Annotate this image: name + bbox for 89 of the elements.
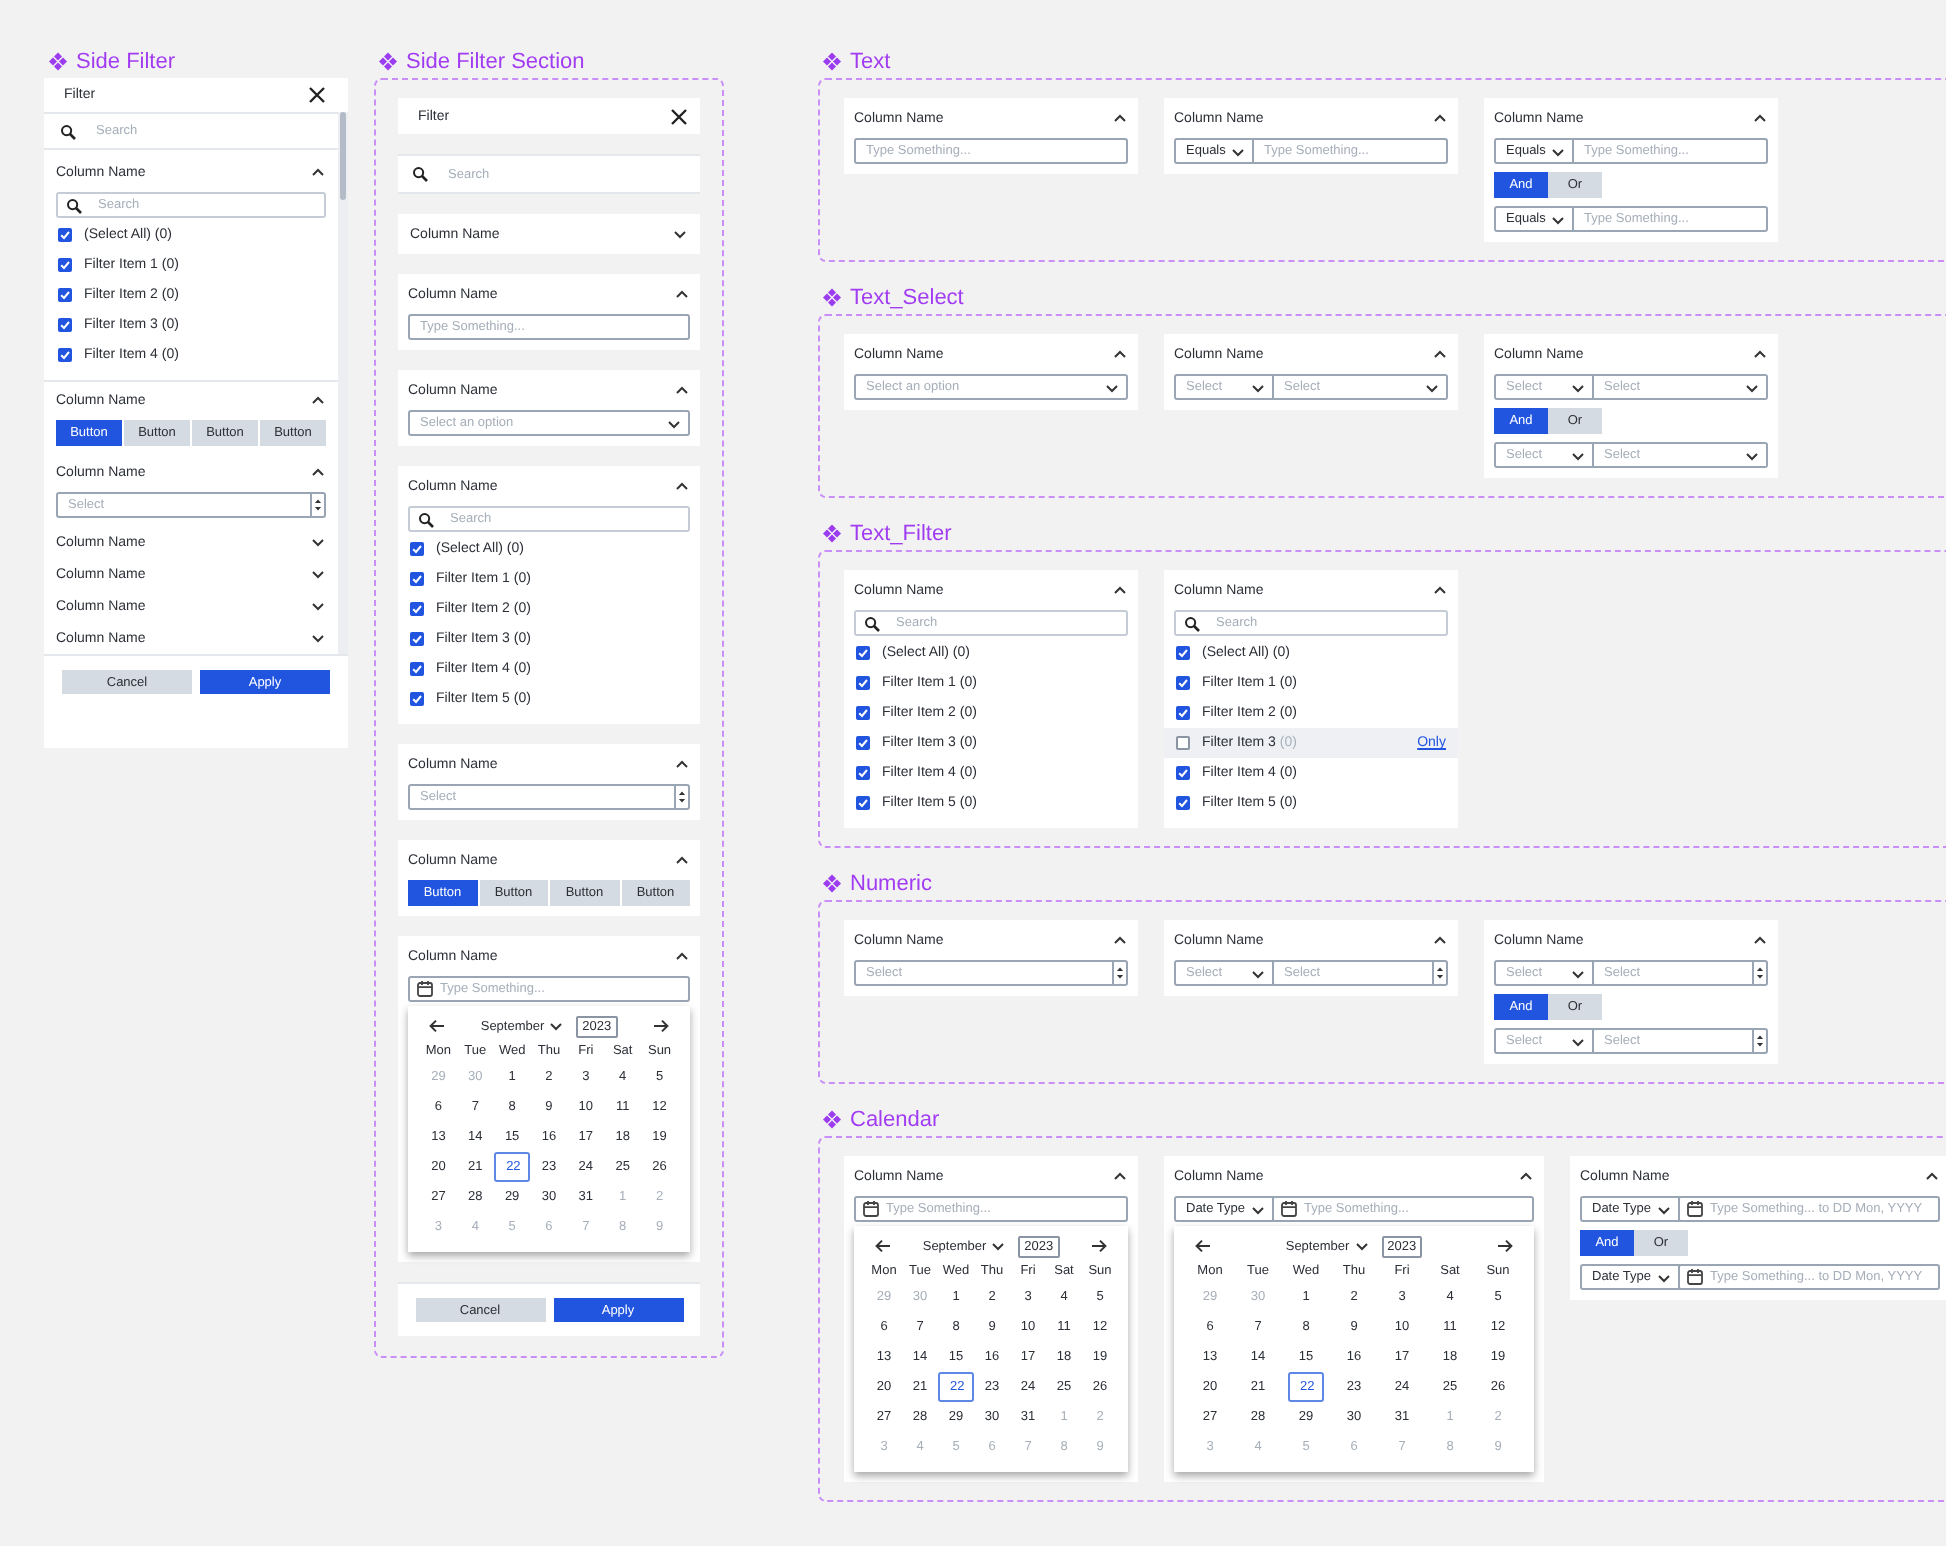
chevron-up-icon[interactable]	[1112, 110, 1128, 126]
chevron-down-icon	[1230, 143, 1246, 159]
chevron-down-icon[interactable]	[672, 226, 688, 242]
chevron-up-icon[interactable]	[674, 948, 690, 964]
chevron-down-icon	[666, 415, 682, 431]
chevron-down-icon	[1250, 1201, 1266, 1217]
component-icon	[822, 52, 842, 72]
chevron-up-icon[interactable]	[674, 852, 690, 868]
chevron-up-icon[interactable]	[1752, 932, 1768, 948]
search-icon	[418, 511, 434, 527]
chevron-down-icon	[1656, 1201, 1672, 1217]
component-icon	[822, 1110, 842, 1130]
checkbox[interactable]	[1176, 736, 1190, 750]
stepper-icon[interactable]	[1432, 962, 1446, 984]
component-icon	[822, 874, 842, 894]
arrow-left-icon[interactable]	[874, 1238, 892, 1254]
chevron-down-icon	[548, 1018, 565, 1034]
chevron-down-icon[interactable]	[310, 534, 326, 550]
section-title: Text_Filter	[850, 520, 952, 548]
chevron-down-icon	[1250, 965, 1266, 981]
chevron-down-icon	[1744, 379, 1760, 395]
section-title: Text	[850, 48, 891, 76]
chevron-up-icon[interactable]	[1112, 1168, 1128, 1184]
calendar-icon	[1280, 1200, 1298, 1218]
chevron-up-icon[interactable]	[1752, 346, 1768, 362]
chevron-down-icon	[1570, 447, 1586, 463]
chevron-up-icon[interactable]	[1112, 346, 1128, 362]
stepper-icon[interactable]	[310, 494, 324, 516]
calendar-icon	[416, 980, 434, 998]
chevron-down-icon[interactable]	[310, 598, 326, 614]
chevron-up-icon[interactable]	[674, 286, 690, 302]
arrow-right-icon[interactable]	[1495, 1238, 1514, 1254]
search-icon	[66, 197, 82, 213]
arrow-left-icon[interactable]	[1194, 1238, 1212, 1254]
stepper-icon[interactable]	[674, 786, 688, 808]
chevron-down-icon	[1656, 1269, 1672, 1285]
chevron-down-icon	[1424, 379, 1440, 395]
search-icon	[412, 166, 428, 182]
chevron-up-icon[interactable]	[674, 382, 690, 398]
arrow-right-icon[interactable]	[1089, 1238, 1108, 1254]
chevron-up-icon[interactable]	[1432, 582, 1448, 598]
component-icon	[822, 524, 842, 544]
chevron-up-icon[interactable]	[1518, 1168, 1534, 1184]
close-icon[interactable]	[670, 107, 688, 125]
search-icon	[1184, 615, 1200, 631]
search-icon	[60, 123, 76, 139]
chevron-down-icon	[1550, 143, 1566, 159]
chevron-down-icon	[1570, 1033, 1586, 1049]
chevron-up-icon[interactable]	[310, 392, 326, 408]
stepper-icon[interactable]	[1752, 962, 1766, 984]
search-icon	[864, 615, 880, 631]
chevron-up-icon[interactable]	[1432, 932, 1448, 948]
section-title: Side Filter Section	[406, 48, 585, 76]
calendar-icon	[1686, 1200, 1704, 1218]
scrollbar[interactable]	[338, 112, 348, 654]
chevron-up-icon[interactable]	[1924, 1168, 1940, 1184]
chevron-down-icon	[1250, 379, 1266, 395]
chevron-down-icon	[1744, 447, 1760, 463]
chevron-down-icon	[1104, 379, 1120, 395]
stepper-icon[interactable]	[1112, 962, 1126, 984]
calendar-icon	[1686, 1268, 1704, 1286]
chevron-down-icon	[1353, 1238, 1370, 1254]
chevron-up-icon[interactable]	[1432, 110, 1448, 126]
stepper-icon[interactable]	[1752, 1030, 1766, 1052]
chevron-down-icon	[990, 1238, 1007, 1254]
close-icon[interactable]	[308, 86, 326, 104]
chevron-up-icon[interactable]	[310, 164, 326, 180]
chevron-down-icon	[1570, 965, 1586, 981]
component-icon	[48, 52, 68, 72]
chevron-up-icon[interactable]	[674, 478, 690, 494]
chevron-down-icon[interactable]	[310, 630, 326, 646]
component-icon	[378, 52, 398, 72]
calendar-icon	[862, 1200, 880, 1218]
section-title: Text_Select	[850, 284, 964, 312]
chevron-up-icon[interactable]	[310, 464, 326, 480]
section-title: Numeric	[850, 870, 932, 898]
component-icon	[822, 288, 842, 308]
chevron-up-icon[interactable]	[1112, 932, 1128, 948]
chevron-down-icon[interactable]	[310, 566, 326, 582]
section-title: Calendar	[850, 1106, 940, 1134]
chevron-up-icon[interactable]	[1752, 110, 1768, 126]
arrow-left-icon[interactable]	[428, 1018, 446, 1034]
chevron-up-icon[interactable]	[674, 756, 690, 772]
chevron-up-icon[interactable]	[1112, 582, 1128, 598]
section-title: Side Filter	[76, 48, 176, 76]
arrow-right-icon[interactable]	[651, 1018, 670, 1034]
chevron-up-icon[interactable]	[1432, 346, 1448, 362]
chevron-down-icon	[1550, 211, 1566, 227]
chevron-down-icon	[1570, 379, 1586, 395]
